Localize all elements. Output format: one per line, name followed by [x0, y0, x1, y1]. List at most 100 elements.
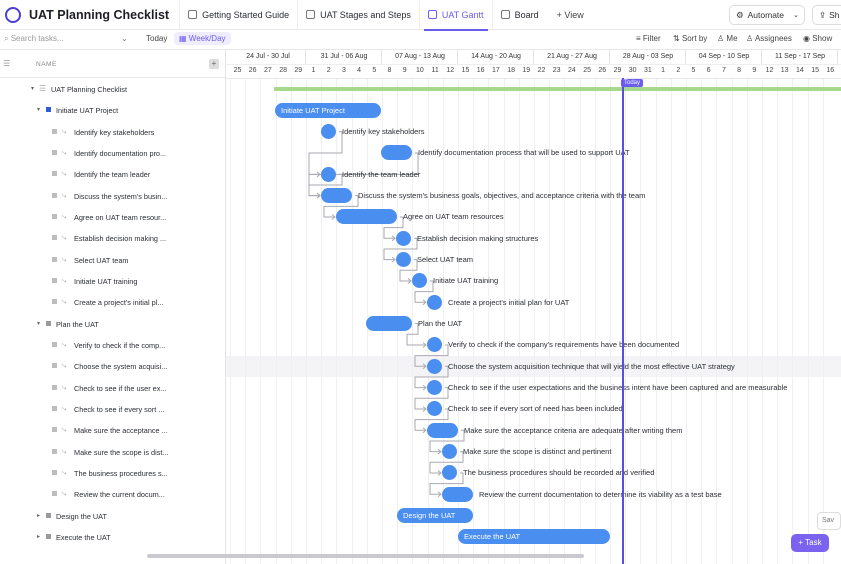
- gantt-bar[interactable]: [336, 209, 397, 225]
- row-label: Discuss the system's busin...: [74, 191, 168, 201]
- task-row[interactable]: ⤷ Agree on UAT team resour...: [0, 207, 225, 228]
- gantt-bar-label: Initiate UAT Project: [281, 105, 345, 115]
- task-row[interactable]: ⤷ Choose the system acquisi...: [0, 356, 225, 377]
- gantt-bar[interactable]: [396, 230, 411, 246]
- list-row[interactable]: ▾ ☰ UAT Planning Checklist: [0, 79, 225, 100]
- automate-button[interactable]: ⚙ Automate ⌄: [729, 5, 805, 25]
- task-row[interactable]: ⤷ The business procedures s...: [0, 463, 225, 484]
- gantt-bar[interactable]: Design the UAT: [397, 508, 473, 524]
- subtask-icon: ⤷: [62, 361, 67, 371]
- group-row[interactable]: ▸ Design the UAT: [0, 506, 225, 527]
- group-row[interactable]: ▾ Plan the UAT: [0, 314, 225, 335]
- task-row[interactable]: ⤷ Select UAT team: [0, 250, 225, 271]
- status-icon[interactable]: [52, 128, 57, 134]
- automate-label: Automate: [747, 10, 785, 20]
- row-label: Select UAT team: [74, 255, 129, 265]
- sort-by-button[interactable]: ⇅ Sort by: [673, 34, 707, 43]
- task-row[interactable]: ⤷ Identify the team leader: [0, 164, 225, 185]
- status-icon[interactable]: [52, 384, 57, 390]
- add-column-icon[interactable]: +: [209, 59, 219, 69]
- chevron-right-icon[interactable]: ▸: [37, 512, 40, 519]
- row-label: Agree on UAT team resour...: [74, 212, 167, 222]
- task-row[interactable]: ⤷ Create a project's initial pl...: [0, 292, 225, 313]
- status-icon[interactable]: [52, 405, 57, 411]
- chevron-right-icon[interactable]: ▸: [37, 533, 40, 540]
- gantt-bar[interactable]: [442, 486, 473, 502]
- tab-label: Getting Started Guide: [202, 9, 290, 20]
- add-task-button[interactable]: + Task: [791, 534, 829, 552]
- task-row[interactable]: ⤷ Make sure the acceptance ...: [0, 420, 225, 441]
- group-row[interactable]: ▾ Initiate UAT Project: [0, 100, 225, 121]
- subtask-icon: ⤷: [62, 297, 67, 307]
- task-row[interactable]: ⤷ Make sure the scope is dist...: [0, 442, 225, 463]
- status-icon[interactable]: [52, 469, 57, 475]
- status-icon[interactable]: [52, 277, 57, 283]
- status-icon[interactable]: [46, 107, 51, 113]
- task-row[interactable]: ⤷ Initiate UAT training: [0, 271, 225, 292]
- gantt-bar[interactable]: [427, 294, 442, 310]
- task-row[interactable]: ⤷ Identify documentation pro...: [0, 143, 225, 164]
- gantt-bar-label: Make sure the scope is distinct and pert…: [463, 447, 612, 457]
- gantt-bar[interactable]: [427, 422, 458, 438]
- add-view-button[interactable]: + View: [557, 10, 584, 20]
- status-icon[interactable]: [46, 512, 51, 518]
- status-icon[interactable]: [52, 192, 57, 198]
- status-icon[interactable]: [52, 363, 57, 369]
- status-icon[interactable]: [52, 171, 57, 177]
- search-icon: ⌕: [4, 34, 11, 43]
- tab-board[interactable]: Board: [491, 0, 547, 30]
- tab-uat-stages[interactable]: UAT Stages and Steps: [297, 0, 419, 30]
- tab-uat-gantt[interactable]: UAT Gantt: [418, 0, 492, 31]
- week-day-toggle[interactable]: ▦ Week/Day: [174, 32, 231, 45]
- status-icon[interactable]: [52, 341, 57, 347]
- status-icon[interactable]: [52, 491, 57, 497]
- show-button[interactable]: ◉ Show: [803, 34, 832, 43]
- task-row[interactable]: ⤷ Check to see if the user ex...: [0, 378, 225, 399]
- status-icon[interactable]: [52, 213, 57, 219]
- row-label: Create a project's initial pl...: [74, 298, 164, 308]
- gantt-bar[interactable]: [321, 166, 336, 182]
- task-row[interactable]: ⤷ Check to see if every sort ...: [0, 399, 225, 420]
- horizontal-scrollbar[interactable]: [147, 554, 584, 558]
- task-row[interactable]: ⤷ Review the current docum...: [0, 484, 225, 505]
- status-icon[interactable]: [52, 448, 57, 454]
- task-row[interactable]: ⤷ Verify to check if the comp...: [0, 335, 225, 356]
- today-button[interactable]: Today: [146, 34, 167, 43]
- status-icon[interactable]: [52, 299, 57, 305]
- gantt-bar[interactable]: Initiate UAT Project: [275, 102, 381, 118]
- status-icon[interactable]: [52, 149, 57, 155]
- assignees-button[interactable]: ♙ Assignees: [746, 34, 792, 43]
- gantt-bar[interactable]: [427, 358, 442, 374]
- status-icon[interactable]: [52, 256, 57, 262]
- task-row[interactable]: ⤷ Establish decision making ...: [0, 228, 225, 249]
- gantt-bar[interactable]: [381, 145, 412, 161]
- status-icon[interactable]: [52, 235, 57, 241]
- task-row[interactable]: ⤷ Identify key stakeholders: [0, 122, 225, 143]
- filter-button[interactable]: ≡ Filter: [636, 34, 661, 43]
- tab-getting-started[interactable]: Getting Started Guide: [179, 0, 297, 30]
- subtask-icon: ⤷: [62, 446, 67, 456]
- status-icon[interactable]: [52, 427, 57, 433]
- gantt-bar-label: Check to see if every sort of need has b…: [448, 404, 623, 414]
- me-filter-button[interactable]: ♙ Me: [717, 34, 738, 43]
- gantt-bar[interactable]: [321, 188, 352, 204]
- row-label: Check to see if every sort ...: [74, 404, 165, 414]
- share-button[interactable]: ⇪ Sh: [812, 5, 841, 25]
- chevron-down-icon[interactable]: ▾: [37, 106, 40, 113]
- task-row[interactable]: ⤷ Discuss the system's busin...: [0, 186, 225, 207]
- workspace-logo-icon[interactable]: [5, 6, 21, 23]
- gantt-bar-label: Choose the system acquisition technique …: [448, 361, 735, 371]
- search-input[interactable]: ⌕ Search tasks...: [4, 34, 64, 44]
- gantt-bar[interactable]: [366, 316, 412, 332]
- chevron-down-icon[interactable]: ▾: [37, 320, 40, 327]
- status-icon[interactable]: [46, 533, 51, 539]
- group-row[interactable]: ▸ Execute the UAT: [0, 527, 225, 548]
- gantt-bar[interactable]: Execute the UAT: [458, 529, 610, 545]
- row-label: Execute the UAT: [56, 532, 111, 542]
- save-button[interactable]: Sav: [817, 512, 841, 530]
- chevron-down-icon[interactable]: ⌄: [121, 34, 128, 43]
- status-icon[interactable]: [46, 320, 51, 326]
- task-list-pane: ☰ NAME + ▾ ☰ UAT Planning Checklist ▾ Initia…: [0, 50, 226, 564]
- chevron-down-icon[interactable]: ▾: [31, 85, 34, 92]
- collapse-icon[interactable]: ☰: [3, 59, 10, 68]
